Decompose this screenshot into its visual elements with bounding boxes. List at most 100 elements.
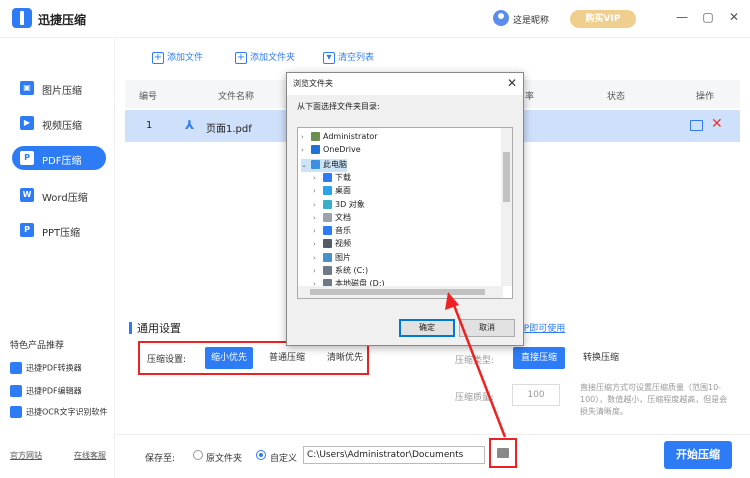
sidebar-item-pdf-compress[interactable]: P PDF压缩 — [12, 146, 106, 170]
tree-vertical-scrollbar[interactable] — [501, 128, 512, 286]
maximize-icon[interactable]: ▢ — [700, 9, 716, 25]
save-to-label: 保存至: — [145, 454, 176, 464]
tree-item[interactable]: ⌄ 此电脑 — [301, 158, 347, 172]
user-name[interactable]: 这是昵称 — [513, 13, 549, 26]
recommend-pdf-converter[interactable]: 迅捷PDF转换器 — [10, 362, 82, 374]
sidebar-item-label: 图片压缩 — [42, 86, 82, 97]
expand-icon[interactable]: › — [313, 267, 323, 275]
pictures-icon — [323, 252, 332, 262]
tree-item[interactable]: › 文档 — [313, 212, 351, 225]
settings-title: 通用设置 — [137, 322, 181, 335]
browse-folder-dialog: 浏览文件夹 ✕ 从下面选择文件夹目录: › Administrator › OneDr… — [286, 72, 524, 346]
tree-item-label: 文档 — [335, 212, 351, 222]
radio-custom-label[interactable]: 自定义 — [270, 451, 297, 464]
dialog-title-bar: 浏览文件夹 ✕ — [287, 73, 523, 95]
start-compress-button[interactable]: 开始压缩 — [664, 441, 732, 469]
scroll-thumb[interactable] — [503, 152, 510, 202]
sidebar: ▣ 图片压缩 ▶ 视频压缩 P PDF压缩 W Word压缩 P PPT压缩 特… — [0, 38, 115, 478]
clear-list-button[interactable]: ▾ 清空列表 — [323, 50, 374, 64]
radio-custom-folder[interactable] — [256, 450, 266, 460]
compress-level-label: 压缩设置: — [147, 355, 187, 365]
recommend-pdf-editor[interactable]: 迅捷PDF编辑器 — [10, 385, 82, 397]
close-window-icon[interactable]: ✕ — [726, 9, 742, 25]
compress-type-label: 压缩类型: — [455, 356, 495, 366]
tree-horizontal-scrollbar[interactable] — [298, 286, 503, 298]
expand-icon[interactable]: ⌄ — [301, 161, 311, 169]
tree-item[interactable]: › Administrator — [301, 132, 378, 145]
dialog-close-icon[interactable]: ✕ — [507, 76, 517, 90]
scroll-thumb[interactable] — [310, 289, 485, 295]
tree-item[interactable]: › 系统 (C:) — [313, 265, 368, 278]
video-icon: ▶ — [20, 116, 34, 130]
tree-item-label: 视频 — [335, 239, 351, 249]
tree-item[interactable]: › 图片 — [313, 252, 351, 265]
cube-icon — [323, 199, 332, 209]
tree-item[interactable]: › OneDrive — [301, 145, 361, 158]
sidebar-item-image-compress[interactable]: ▣ 图片压缩 — [12, 76, 106, 100]
expand-icon[interactable]: › — [301, 133, 311, 141]
title-bar: 迅捷压缩 这是昵称 购买VIP — ▢ ✕ — [0, 0, 750, 38]
tree-item[interactable]: › 视频 — [313, 238, 351, 251]
expand-icon[interactable]: › — [313, 227, 323, 235]
level-normal-button[interactable]: 普通压缩 — [263, 347, 311, 369]
app-logo-icon — [12, 8, 32, 28]
save-path-input[interactable] — [303, 446, 485, 464]
folder-tree[interactable]: › Administrator › OneDrive ⌄ 此电脑 › 下载 › 桌面 › 3D 对象 ›… — [297, 127, 513, 299]
radio-original-folder[interactable] — [193, 450, 203, 460]
browse-folder-button[interactable] — [489, 438, 517, 468]
music-icon — [323, 226, 332, 236]
app-title: 迅捷压缩 — [38, 13, 87, 27]
sidebar-item-word-compress[interactable]: W Word压缩 — [12, 183, 106, 207]
video-folder-icon — [323, 239, 332, 249]
dialog-prompt: 从下面选择文件夹目录: — [297, 102, 380, 111]
level-clear-button[interactable]: 清晰优先 — [321, 347, 369, 369]
tree-item[interactable]: › 桌面 — [313, 185, 351, 198]
ppt-icon: P — [20, 223, 34, 237]
quality-input[interactable]: 100 — [512, 384, 560, 406]
sidebar-item-label: PPT压缩 — [42, 228, 81, 239]
level-smaller-button[interactable]: 缩小优先 — [205, 347, 254, 369]
radio-original-label[interactable]: 原文件夹 — [206, 451, 242, 464]
tree-item-label: 音乐 — [335, 226, 351, 236]
tree-item[interactable]: › 下载 — [313, 172, 351, 185]
col-ratio: 率 — [525, 92, 535, 102]
online-service-link[interactable]: 在线客服 — [74, 450, 106, 461]
direct-compress-button[interactable]: 直接压缩 — [513, 347, 566, 369]
ocr-icon — [10, 406, 22, 418]
word-icon: W — [20, 188, 34, 202]
tree-item[interactable]: › 3D 对象 — [313, 199, 365, 212]
sidebar-item-video-compress[interactable]: ▶ 视频压缩 — [12, 111, 106, 135]
pdf-file-icon: ⅄ — [185, 118, 195, 132]
add-file-button[interactable]: + 添加文件 — [152, 50, 203, 64]
official-site-link[interactable]: 官方网站 — [10, 450, 42, 461]
tree-item-label: 此电脑 — [323, 159, 347, 169]
open-folder-icon[interactable] — [690, 120, 703, 131]
cloud-icon — [311, 145, 320, 155]
expand-icon[interactable]: › — [301, 146, 311, 154]
expand-icon[interactable]: › — [313, 254, 323, 262]
tree-item-label: OneDrive — [323, 145, 361, 155]
download-icon — [323, 172, 332, 182]
quality-tip: 直接压缩方式可设置压缩质量（范围10-100），数值越小，压缩程度越高，但是会损… — [580, 383, 728, 416]
desktop-icon — [323, 186, 332, 196]
recommend-ocr[interactable]: 迅捷OCR文字识别软件 — [10, 406, 107, 418]
user-avatar-icon[interactable] — [493, 10, 509, 26]
dialog-ok-button[interactable]: 确定 — [399, 319, 455, 337]
dialog-cancel-button[interactable]: 取消 — [459, 319, 515, 337]
tree-item[interactable]: › 音乐 — [313, 225, 351, 238]
expand-icon[interactable]: › — [313, 187, 323, 195]
add-folder-button[interactable]: + 添加文件夹 — [235, 50, 295, 64]
expand-icon[interactable]: › — [313, 174, 323, 182]
section-accent — [129, 322, 132, 334]
trash-icon: ▾ — [323, 51, 335, 64]
sidebar-item-ppt-compress[interactable]: P PPT压缩 — [12, 218, 106, 242]
convert-compress-button[interactable]: 转换压缩 — [575, 347, 627, 369]
folder-icon — [497, 448, 509, 458]
minimize-icon[interactable]: — — [674, 9, 690, 25]
add-folder-icon: + — [235, 51, 247, 64]
expand-icon[interactable]: › — [313, 214, 323, 222]
expand-icon[interactable]: › — [313, 201, 323, 209]
buy-vip-button[interactable]: 购买VIP — [570, 10, 636, 28]
delete-icon[interactable]: ✕ — [711, 116, 723, 132]
expand-icon[interactable]: › — [313, 240, 323, 248]
